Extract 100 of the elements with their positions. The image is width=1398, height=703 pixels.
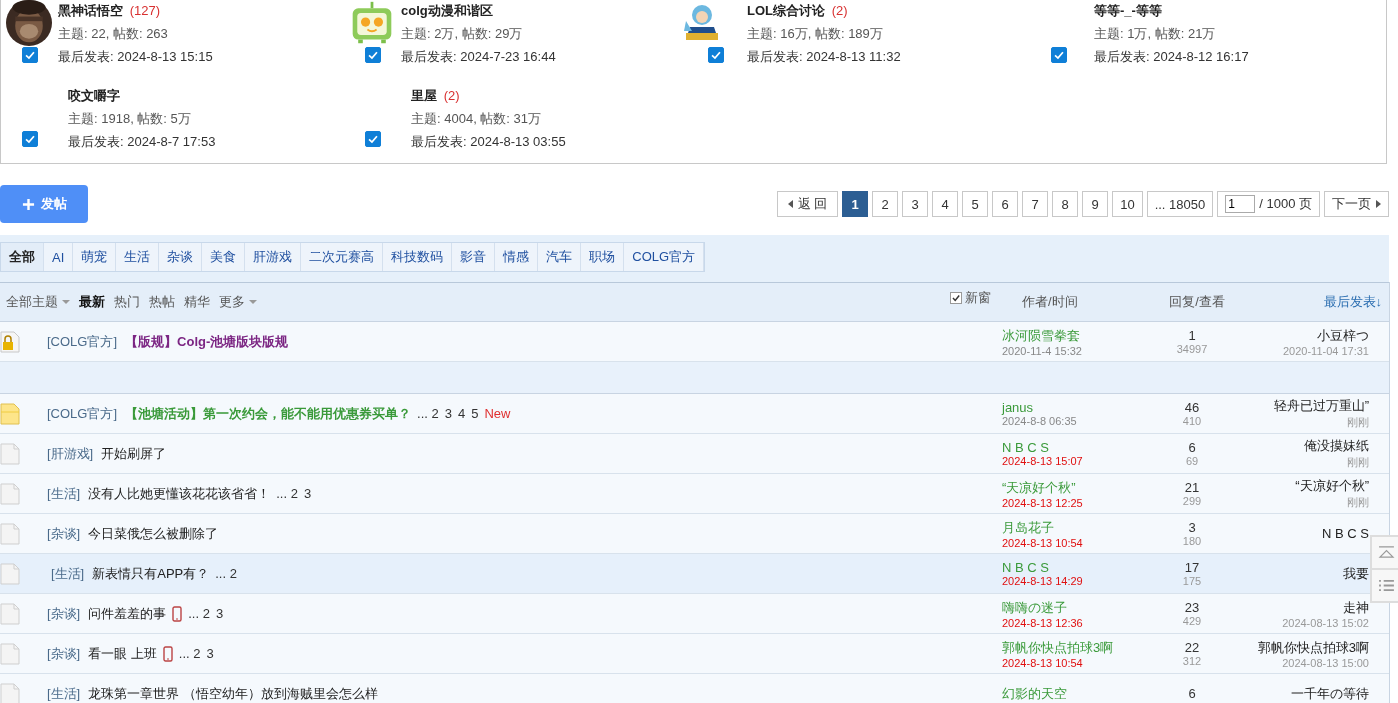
- forum-name[interactable]: 黑神话悟空: [58, 3, 123, 18]
- checkbox[interactable]: [708, 47, 724, 63]
- thread-title[interactable]: 今日菜俄怎么被删除了: [88, 524, 219, 543]
- page-link[interactable]: 5: [471, 406, 479, 421]
- author-name[interactable]: 月岛花子: [1002, 518, 1137, 537]
- new-window-toggle[interactable]: 新窗: [950, 289, 1022, 307]
- page-link[interactable]: 6: [992, 191, 1019, 217]
- category-link[interactable]: [COLG官方]: [47, 332, 118, 351]
- checkbox[interactable]: [1051, 47, 1067, 63]
- category-link[interactable]: [杂谈]: [47, 604, 81, 623]
- author-name[interactable]: 嗨嗨の迷子: [1002, 598, 1137, 617]
- page-link[interactable]: 3: [444, 406, 452, 421]
- filter-link[interactable]: 最新: [79, 293, 105, 311]
- page-link[interactable]: 1: [842, 191, 869, 217]
- page-link[interactable]: 4: [458, 406, 466, 421]
- category-tab[interactable]: COLG官方: [624, 243, 705, 271]
- forum-name[interactable]: 等等-_-等等: [1094, 3, 1162, 18]
- filter-link[interactable]: 更多: [219, 293, 257, 311]
- category-tab[interactable]: 生活: [116, 243, 160, 271]
- category-tab[interactable]: 杂谈: [159, 243, 203, 271]
- last-poster[interactable]: 轻舟已过万重山”: [1273, 397, 1369, 415]
- thread-title[interactable]: 龙珠第一章世界 （悟空幼年）放到海贼里会怎么样: [88, 684, 378, 703]
- page-input[interactable]: 1: [1225, 195, 1256, 213]
- thread-row[interactable]: [生活] 龙珠第一章世界 （悟空幼年）放到海贼里会怎么样 幻影的天空 6 一千年の等待: [0, 674, 1389, 703]
- category-tab[interactable]: 肝游戏: [245, 243, 302, 271]
- author-name[interactable]: N B C S: [1002, 440, 1137, 455]
- thread-title[interactable]: 看一眼 上班: [88, 644, 157, 663]
- next-page-button[interactable]: 下一页: [1324, 191, 1389, 217]
- thread-title[interactable]: 没有人比她更懂该花花该省省！: [88, 484, 271, 503]
- category-tab[interactable]: 职场: [581, 243, 625, 271]
- category-tab[interactable]: 影音: [452, 243, 496, 271]
- last-poster[interactable]: 俺没摸妹纸: [1304, 437, 1369, 455]
- category-tab[interactable]: 萌宠: [73, 243, 117, 271]
- thread-title[interactable]: 开始刷屏了: [101, 444, 167, 463]
- thread-row[interactable]: [生活] 没有人比她更懂该花花该省省！ ... 2 3 “天凉好个秋” 2024-8-13 12:25 21 299 “天凉好个秋” 刚刚: [0, 474, 1389, 514]
- category-link[interactable]: [生活]: [47, 484, 81, 503]
- last-poster[interactable]: “天凉好个秋”: [1295, 477, 1369, 495]
- checkbox[interactable]: [22, 131, 38, 147]
- page-link[interactable]: 4: [932, 191, 959, 217]
- checkbox[interactable]: [22, 47, 38, 63]
- author-name[interactable]: 幻影的天空: [1002, 684, 1137, 703]
- last-poster[interactable]: 一千年の等待: [1291, 684, 1369, 703]
- thread-row[interactable]: [杂谈] 今日菜俄怎么被删除了 月岛花子 2024-8-13 10:54 3 180 N B C S: [0, 514, 1389, 554]
- page-link[interactable]: ... 2: [215, 566, 237, 581]
- last-poster[interactable]: 小豆梓つ: [1317, 326, 1369, 345]
- last-poster[interactable]: N B C S: [1322, 526, 1369, 541]
- author-name[interactable]: 冰河陨雪拳套: [1002, 326, 1137, 345]
- thread-row[interactable]: [COLG官方] 【版规】Colg-池塘版块版规 冰河陨雪拳套 2020-11-4 15:32 1 34997 小豆梓つ 2020-11-04 17:31: [0, 322, 1389, 362]
- forum-name[interactable]: 里屋: [411, 88, 437, 103]
- checkbox[interactable]: [950, 292, 962, 304]
- last-poster[interactable]: 走神: [1343, 598, 1369, 617]
- thread-row[interactable]: [杂谈] 问件羞羞的事 ... 2 3 嗨嗨の迷子 2024-8-13 12:36 23 429 走神 2024-08-13 15:02: [0, 594, 1389, 634]
- category-link[interactable]: [生活]: [51, 564, 85, 583]
- category-tab[interactable]: 情感: [495, 243, 539, 271]
- page-link[interactable]: ... 18050: [1146, 191, 1214, 217]
- filter-link[interactable]: 热帖: [149, 293, 175, 311]
- thread-title[interactable]: 【版规】Colg-池塘版块版规: [125, 332, 289, 351]
- thread-title[interactable]: 问件羞羞的事: [88, 604, 167, 623]
- category-link[interactable]: [生活]: [47, 684, 81, 703]
- thread-title[interactable]: 新表情只有APP有？: [92, 564, 210, 583]
- page-link[interactable]: 8: [1052, 191, 1079, 217]
- category-tab[interactable]: AI: [44, 243, 74, 271]
- page-link[interactable]: 3: [902, 191, 929, 217]
- page-link[interactable]: 7: [1022, 191, 1049, 217]
- category-link[interactable]: [COLG官方]: [47, 404, 118, 423]
- thread-row[interactable]: [肝游戏] 开始刷屏了 N B C S 2024-8-13 15:07 6 69 俺没摸妹纸 刚刚: [0, 434, 1389, 474]
- checkbox[interactable]: [365, 47, 381, 63]
- page-link[interactable]: 3: [303, 486, 312, 501]
- author-name[interactable]: 郭帆你快点拍球3啊: [1002, 638, 1137, 657]
- page-link[interactable]: 10: [1112, 191, 1143, 217]
- category-tab[interactable]: 全部: [1, 243, 44, 271]
- forum-name[interactable]: 咬文嚼字: [68, 88, 120, 103]
- filter-link[interactable]: 热门: [114, 293, 140, 311]
- category-link[interactable]: [杂谈]: [47, 524, 81, 543]
- list-button[interactable]: [1371, 569, 1398, 602]
- page-link[interactable]: 5: [962, 191, 989, 217]
- page-link[interactable]: ... 2: [417, 406, 439, 421]
- category-tab[interactable]: 汽车: [538, 243, 582, 271]
- category-link[interactable]: [杂谈]: [47, 644, 81, 663]
- author-name[interactable]: “天凉好个秋”: [1002, 478, 1137, 497]
- page-link[interactable]: 3: [206, 646, 214, 661]
- page-link[interactable]: 9: [1082, 191, 1109, 217]
- category-link[interactable]: [肝游戏]: [47, 444, 94, 463]
- filter-link[interactable]: 全部主题: [6, 293, 70, 311]
- category-tab[interactable]: 二次元赛高: [301, 243, 384, 271]
- last-poster[interactable]: 我要: [1343, 564, 1369, 583]
- filter-link[interactable]: 精华: [184, 293, 210, 311]
- thread-row[interactable]: [COLG官方] 【池塘活动】第一次约会，能不能用优惠券买单？ ... 2 3 4 5 New janus 2024-8-8 06:35 46 410 轻舟已过万重山” 刚刚: [0, 394, 1389, 434]
- column-header[interactable]: 最后发表↓: [1247, 293, 1389, 311]
- page-link[interactable]: ... 2: [178, 646, 201, 661]
- checkbox[interactable]: [365, 131, 381, 147]
- page-link[interactable]: ... 2: [276, 486, 298, 501]
- forum-name[interactable]: colg动漫和谐区: [401, 3, 493, 18]
- thread-row[interactable]: [杂谈] 看一眼 上班 ... 2 3 郭帆你快点拍球3啊 2024-8-13 10:54 22 312 郭帆你快点拍球3啊 2024-08-13 15:00: [0, 634, 1389, 674]
- category-tab[interactable]: 科技数码: [383, 243, 453, 271]
- page-link[interactable]: 2: [872, 191, 899, 217]
- last-poster[interactable]: 郭帆你快点拍球3啊: [1257, 638, 1369, 657]
- page-link[interactable]: ... 2: [188, 606, 210, 621]
- forum-name[interactable]: LOL综合讨论: [747, 3, 825, 18]
- back-button[interactable]: 返 回: [776, 191, 839, 217]
